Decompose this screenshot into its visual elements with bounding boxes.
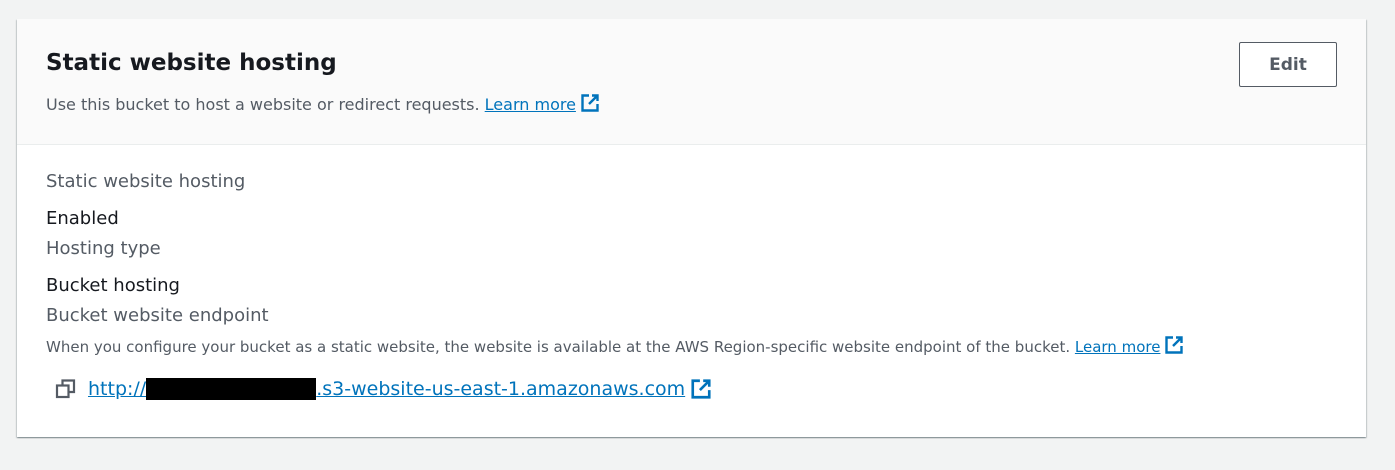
external-link-icon[interactable]: [690, 378, 712, 400]
description-text: Use this bucket to host a website or red…: [46, 95, 480, 114]
learn-more-label: Learn more: [484, 95, 576, 114]
external-link-icon[interactable]: [580, 93, 600, 113]
endpoint-url-link[interactable]: http:// .s3-website-us-east-1.amazonaws.c…: [88, 378, 685, 400]
copy-icon[interactable]: [55, 378, 77, 400]
learn-more-link[interactable]: Learn more: [485, 95, 576, 114]
endpoint-url-prefix: http://: [88, 378, 147, 400]
endpoint-hint: When you configure your bucket as a stat…: [46, 335, 1184, 358]
endpoint-learn-more-label: Learn more: [1074, 338, 1161, 356]
panel-description: Use this bucket to host a website or red…: [46, 93, 600, 116]
hosting-status-value: Enabled: [46, 208, 119, 229]
endpoint-url-suffix: .s3-website-us-east-1.amazonaws.com: [316, 378, 686, 400]
hosting-type-value: Bucket hosting: [46, 275, 180, 296]
hosting-type-label: Hosting type: [46, 238, 161, 259]
endpoint-row: http:// .s3-website-us-east-1.amazonaws.c…: [55, 375, 712, 403]
edit-button[interactable]: Edit: [1239, 42, 1337, 87]
endpoint-hint-text: When you configure your bucket as a stat…: [46, 338, 1071, 356]
endpoint-label: Bucket website endpoint: [46, 305, 269, 326]
static-website-hosting-panel: Static website hosting Use this bucket t…: [17, 19, 1366, 437]
endpoint-learn-more-link[interactable]: Learn more: [1075, 338, 1161, 356]
redacted-bucket-name: [146, 378, 317, 400]
panel-header: Static website hosting Use this bucket t…: [17, 19, 1366, 145]
external-link-icon[interactable]: [1164, 335, 1184, 355]
hosting-status-label: Static website hosting: [46, 171, 246, 192]
panel-title: Static website hosting: [46, 50, 337, 76]
